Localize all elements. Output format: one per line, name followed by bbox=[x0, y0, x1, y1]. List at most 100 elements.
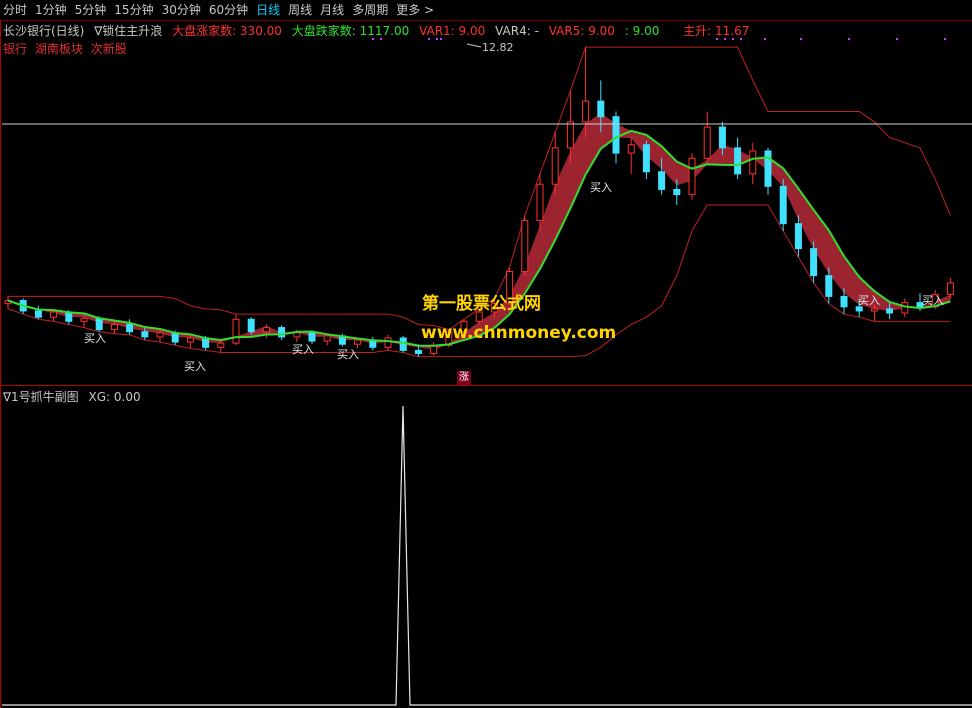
candle-body bbox=[80, 317, 88, 322]
indicator-name[interactable]: ∇锁住主升浪 bbox=[94, 24, 162, 38]
signal-dot bbox=[380, 38, 382, 40]
candle-body bbox=[232, 318, 240, 344]
rise-badge[interactable]: 涨 bbox=[457, 371, 471, 385]
period-tab[interactable]: 更多 > bbox=[396, 1, 434, 18]
candle-body bbox=[399, 337, 407, 351]
xg-value: XG: 0.00 bbox=[88, 390, 141, 404]
buy-signal: 买入 bbox=[337, 348, 359, 361]
var6-label: : 9.00 bbox=[624, 24, 660, 38]
signal-dot bbox=[724, 38, 726, 40]
candle-body bbox=[323, 335, 331, 342]
period-tab[interactable]: 日线 bbox=[256, 1, 280, 18]
candle-body bbox=[612, 116, 620, 154]
candle-body bbox=[870, 308, 878, 312]
candle-body bbox=[946, 282, 954, 295]
candle-body bbox=[278, 327, 286, 338]
buy-signal: 买入 bbox=[590, 181, 612, 194]
candle-body bbox=[293, 332, 301, 338]
candle-body bbox=[794, 223, 802, 250]
tag-new-stock[interactable]: 次新股 bbox=[91, 42, 127, 56]
candle-body bbox=[627, 144, 635, 154]
var1-label: VAR1: 9.00 bbox=[419, 24, 486, 38]
candle-body bbox=[779, 185, 787, 225]
candle-body bbox=[414, 349, 422, 355]
down-count-label: 大盘跌家数: 1117.00 bbox=[291, 24, 410, 38]
upper-envelope bbox=[8, 46, 951, 331]
candle-body bbox=[171, 332, 179, 343]
var5-label: VAR5: 9.00 bbox=[548, 24, 615, 38]
xg-signal-line bbox=[2, 405, 972, 706]
candle-body bbox=[597, 100, 605, 118]
candle-body bbox=[34, 310, 42, 318]
period-tab[interactable]: 1分钟 bbox=[35, 1, 67, 18]
candle-body bbox=[688, 157, 696, 196]
kline-chart[interactable] bbox=[0, 0, 972, 708]
buy-signal: 买入 bbox=[922, 294, 944, 307]
candle-body bbox=[582, 100, 590, 123]
candle-body bbox=[718, 126, 726, 149]
candle-body bbox=[551, 147, 559, 185]
tag-bank[interactable]: 银行 bbox=[3, 42, 27, 56]
candle-body bbox=[658, 171, 666, 190]
indicator-info-bar: 长沙银行(日线) ∇锁住主升浪 大盘涨家数: 330.00 大盘跌家数: 111… bbox=[3, 22, 755, 38]
signal-dot bbox=[740, 38, 742, 40]
tag-hunan[interactable]: 湖南板块 bbox=[35, 42, 83, 56]
buy-signal: 买入 bbox=[858, 294, 880, 307]
candle-body bbox=[749, 150, 757, 175]
candle-body bbox=[126, 323, 134, 333]
stock-title[interactable]: 长沙银行(日线) bbox=[3, 24, 84, 38]
candle-body bbox=[886, 308, 894, 314]
candle-body bbox=[186, 337, 194, 343]
period-tab[interactable]: 5分钟 bbox=[75, 1, 107, 18]
signal-dots bbox=[372, 38, 946, 40]
watermark-url: www.chnmoney.com bbox=[421, 323, 617, 343]
signal-dot bbox=[944, 38, 946, 40]
period-tab[interactable]: 月线 bbox=[320, 1, 344, 18]
signal-dot bbox=[764, 38, 766, 40]
panel-divider[interactable] bbox=[0, 385, 972, 386]
sub-chart-name[interactable]: ∇1号抓牛副图 bbox=[3, 390, 79, 404]
candle-body bbox=[217, 342, 225, 348]
up-count-label: 大盘涨家数: 330.00 bbox=[172, 24, 282, 38]
main-rise-label: 主升: 11.67 bbox=[683, 24, 750, 38]
sub-chart-header: ∇1号抓牛副图 XG: 0.00 bbox=[3, 388, 147, 405]
signal-dot bbox=[436, 38, 438, 40]
candle-body bbox=[901, 302, 909, 314]
candle-body bbox=[95, 317, 103, 331]
period-tab[interactable]: 15分钟 bbox=[114, 1, 153, 18]
candle-body bbox=[703, 126, 711, 159]
signal-dot bbox=[372, 38, 374, 40]
peak-price-label: 12.82 bbox=[482, 41, 514, 54]
buy-signal: 买入 bbox=[184, 360, 206, 373]
candle-body bbox=[521, 220, 529, 272]
signal-dot bbox=[732, 38, 734, 40]
top-divider bbox=[0, 20, 972, 21]
watermark-title: 第一股票公式网 bbox=[422, 294, 541, 314]
peak-arrow bbox=[466, 43, 482, 48]
signal-dot bbox=[896, 38, 898, 40]
period-tab[interactable]: 多周期 bbox=[352, 1, 388, 18]
candle-body bbox=[308, 332, 316, 342]
candle-body bbox=[566, 121, 574, 149]
candle-body bbox=[734, 147, 742, 175]
period-tab[interactable]: 60分钟 bbox=[209, 1, 248, 18]
candle-body bbox=[840, 295, 848, 308]
candle-body bbox=[50, 311, 58, 318]
candle-body bbox=[384, 337, 392, 348]
signal-dot bbox=[716, 38, 718, 40]
candle-body bbox=[156, 332, 164, 338]
left-axis bbox=[0, 20, 1, 708]
candle-body bbox=[110, 323, 118, 331]
period-tab[interactable]: 分时 bbox=[3, 1, 27, 18]
candle-body bbox=[642, 144, 650, 173]
signal-dot bbox=[440, 38, 442, 40]
candle-body bbox=[764, 150, 772, 187]
buy-signal: 买入 bbox=[292, 343, 314, 356]
period-toolbar: 分时 1分钟 5分钟 15分钟 30分钟 60分钟 日线 周线 月线 多周期 更多 > bbox=[0, 0, 972, 19]
candle-body bbox=[262, 327, 270, 333]
period-tab[interactable]: 周线 bbox=[288, 1, 312, 18]
signal-dot bbox=[800, 38, 802, 40]
candle-body bbox=[141, 331, 149, 338]
candle-body bbox=[536, 183, 544, 222]
period-tab[interactable]: 30分钟 bbox=[162, 1, 201, 18]
